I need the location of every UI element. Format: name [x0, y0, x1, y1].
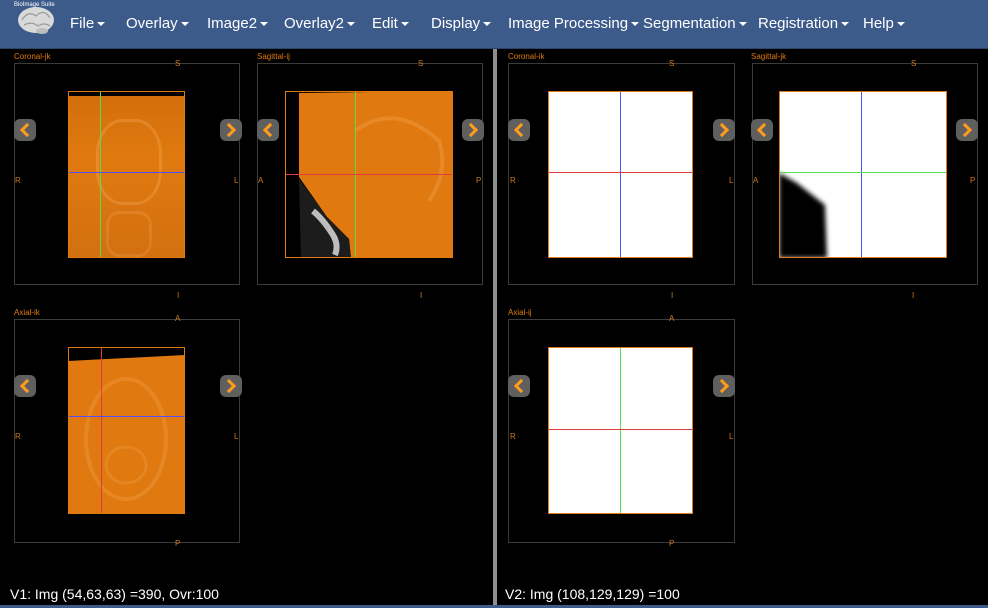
- chevron-right-icon: [463, 122, 479, 138]
- next-slice-button[interactable]: [220, 375, 242, 397]
- prev-slice-button[interactable]: [14, 375, 36, 397]
- chevron-right-icon: [714, 378, 730, 394]
- caret-down-icon: [180, 22, 189, 27]
- caret-down-icon: [97, 22, 106, 27]
- menu-edit[interactable]: Edit: [372, 15, 409, 32]
- view-title: Coronal-ik: [508, 52, 545, 61]
- prev-slice-button[interactable]: [14, 119, 36, 141]
- orientation-left: R: [15, 432, 21, 441]
- viewer2-status: V2: Img (108,129,129) =100: [505, 586, 680, 602]
- orientation-bottom: I: [420, 291, 423, 300]
- chevron-right-icon: [714, 122, 730, 138]
- menu-overlay2[interactable]: Overlay2: [284, 15, 356, 32]
- caret-down-icon: [483, 22, 492, 27]
- orientation-bottom: I: [912, 291, 915, 300]
- menu-image-processing[interactable]: Image Processing: [508, 15, 640, 32]
- orientation-bottom: P: [669, 539, 675, 548]
- next-slice-button[interactable]: [713, 375, 735, 397]
- orientation-right: L: [729, 176, 734, 185]
- orientation-bottom: I: [177, 291, 180, 300]
- menu-image2[interactable]: Image2: [207, 15, 269, 32]
- orientation-top: A: [175, 314, 181, 323]
- orientation-right: L: [234, 432, 239, 441]
- caret-down-icon: [841, 22, 850, 27]
- chevron-right-icon: [221, 122, 237, 138]
- image-frame: [68, 347, 185, 514]
- chevron-left-icon: [19, 122, 35, 138]
- viewer-2[interactable]: Coronal-ik S I R L Sagittal-jk S I A P A…: [497, 49, 988, 608]
- orientation-bottom: P: [175, 539, 181, 548]
- next-slice-button[interactable]: [462, 119, 484, 141]
- image-frame: [548, 91, 693, 258]
- image-frame: [68, 91, 185, 258]
- logo-text: BioImage Suite: [14, 2, 55, 8]
- chevron-left-icon: [513, 378, 529, 394]
- orientation-top: S: [175, 59, 181, 68]
- prev-slice-button[interactable]: [508, 119, 530, 141]
- view-title: Sagittal-jk: [751, 52, 787, 61]
- chevron-right-icon: [957, 122, 973, 138]
- orientation-left: R: [15, 176, 21, 185]
- orientation-top: S: [418, 59, 424, 68]
- next-slice-button[interactable]: [956, 119, 978, 141]
- caret-down-icon: [631, 22, 640, 27]
- chevron-left-icon: [513, 122, 529, 138]
- orientation-right: L: [729, 432, 734, 441]
- image-frame: [548, 347, 693, 514]
- caret-down-icon: [400, 22, 409, 27]
- orientation-right: P: [476, 176, 482, 185]
- menu-overlay[interactable]: Overlay: [126, 15, 189, 32]
- view-title: Sagittal-ij: [257, 52, 290, 61]
- caret-down-icon: [738, 22, 747, 27]
- prev-slice-button[interactable]: [257, 119, 279, 141]
- menu-help[interactable]: Help: [863, 15, 905, 32]
- caret-down-icon: [896, 22, 905, 27]
- orientation-right: L: [234, 176, 239, 185]
- top-navbar: BioImage Suite File Overlay Image2 Overl…: [0, 0, 988, 49]
- prev-slice-button[interactable]: [751, 119, 773, 141]
- caret-down-icon: [260, 22, 269, 27]
- orientation-bottom: I: [671, 291, 674, 300]
- orientation-top: A: [669, 314, 675, 323]
- image-frame: [779, 91, 947, 258]
- caret-down-icon: [347, 22, 356, 27]
- viewer-1[interactable]: Coronal-jk S I R L Sagittal-ij S I A P A…: [0, 49, 493, 608]
- image-frame: [285, 91, 453, 258]
- view-title: Coronal-jk: [14, 52, 51, 61]
- view-title: Axial-ik: [14, 308, 40, 317]
- orientation-top: S: [911, 59, 917, 68]
- menu-file[interactable]: File: [70, 15, 106, 32]
- chevron-left-icon: [262, 122, 278, 138]
- chevron-right-icon: [221, 378, 237, 394]
- viewer1-status: V1: Img (54,63,63) =390, Ovr:100: [10, 586, 219, 602]
- chevron-left-icon: [756, 122, 772, 138]
- orientation-top: S: [669, 59, 675, 68]
- next-slice-button[interactable]: [713, 119, 735, 141]
- chevron-left-icon: [19, 378, 35, 394]
- orientation-left: R: [510, 176, 516, 185]
- orientation-left: A: [753, 176, 759, 185]
- menu-segmentation[interactable]: Segmentation: [643, 15, 747, 32]
- menu-registration[interactable]: Registration: [758, 15, 850, 32]
- orientation-left: A: [258, 176, 264, 185]
- menu-display[interactable]: Display: [431, 15, 492, 32]
- next-slice-button[interactable]: [220, 119, 242, 141]
- orientation-right: P: [970, 176, 976, 185]
- view-title: Axial-ij: [508, 308, 532, 317]
- orientation-left: R: [510, 432, 516, 441]
- prev-slice-button[interactable]: [508, 375, 530, 397]
